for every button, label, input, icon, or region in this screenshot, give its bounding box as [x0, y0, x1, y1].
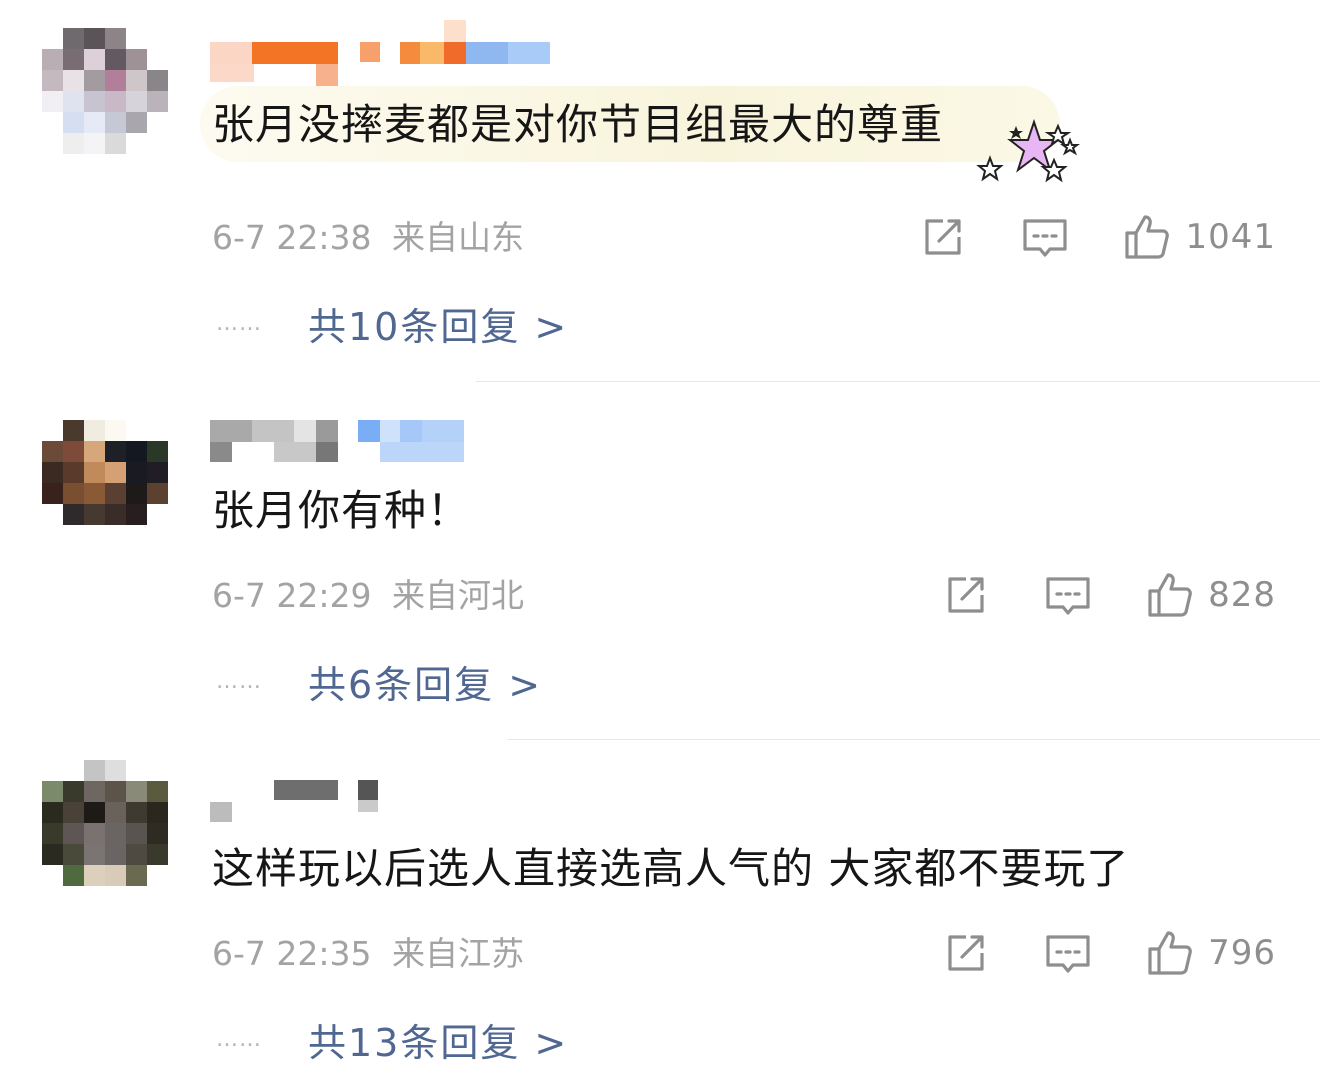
comment-actions: 1041	[919, 212, 1276, 262]
thumbs-up-icon[interactable]	[1146, 571, 1194, 619]
avatar[interactable]	[42, 760, 168, 886]
comment-time: 6-7 22:29	[212, 576, 372, 615]
username[interactable]	[210, 420, 550, 464]
thumbs-up-icon[interactable]	[1123, 213, 1171, 261]
username[interactable]	[210, 12, 550, 86]
view-replies-link[interactable]: 共6条回复 >	[308, 654, 542, 709]
comment-icon[interactable]	[1044, 571, 1092, 619]
view-replies-link[interactable]: 共10条回复 >	[308, 296, 568, 351]
avatar[interactable]	[42, 28, 168, 154]
replies-row: …… 共6条回复 >	[216, 654, 542, 709]
replies-row: …… 共13条回复 >	[216, 1012, 568, 1067]
divider	[476, 381, 1320, 382]
comment-text: 张月你有种！	[212, 486, 471, 535]
like-count: 828	[1208, 575, 1276, 615]
username[interactable]	[210, 780, 550, 824]
view-replies-link[interactable]: 共13条回复 >	[308, 1012, 568, 1067]
replies-row: …… 共10条回复 >	[216, 296, 568, 351]
comment-location: 来自河北	[392, 576, 524, 615]
reply-dots: ……	[216, 310, 262, 336]
comment-icon[interactable]	[1021, 213, 1069, 261]
like-count: 1041	[1185, 217, 1276, 257]
comment-icon[interactable]	[1044, 929, 1092, 977]
comment-location: 来自江苏	[392, 934, 524, 973]
comment-text: 张月没摔麦都是对你节目组最大的尊重	[212, 100, 944, 149]
comment-time: 6-7 22:38	[212, 218, 372, 257]
like-count: 796	[1208, 933, 1276, 973]
reply-dots: ……	[216, 1026, 262, 1052]
comment-meta: 6-7 22:35 来自江苏	[212, 934, 524, 974]
thumbs-up-icon[interactable]	[1146, 929, 1194, 977]
reply-dots: ……	[216, 668, 262, 694]
share-icon[interactable]	[919, 213, 967, 261]
comment-meta: 6-7 22:29 来自河北	[212, 576, 524, 616]
comment-meta: 6-7 22:38 来自山东	[212, 218, 524, 258]
comment-time: 6-7 22:35	[212, 934, 372, 973]
comment-actions: 796	[942, 928, 1276, 978]
share-icon[interactable]	[942, 929, 990, 977]
share-icon[interactable]	[942, 571, 990, 619]
avatar[interactable]	[42, 420, 168, 546]
comment-actions: 828	[942, 570, 1276, 620]
stars-sticker-icon	[976, 118, 1080, 183]
comment-text: 这样玩以后选人直接选高人气的 大家都不要玩了	[212, 844, 1130, 893]
divider	[508, 739, 1320, 740]
comment-location: 来自山东	[392, 218, 524, 257]
